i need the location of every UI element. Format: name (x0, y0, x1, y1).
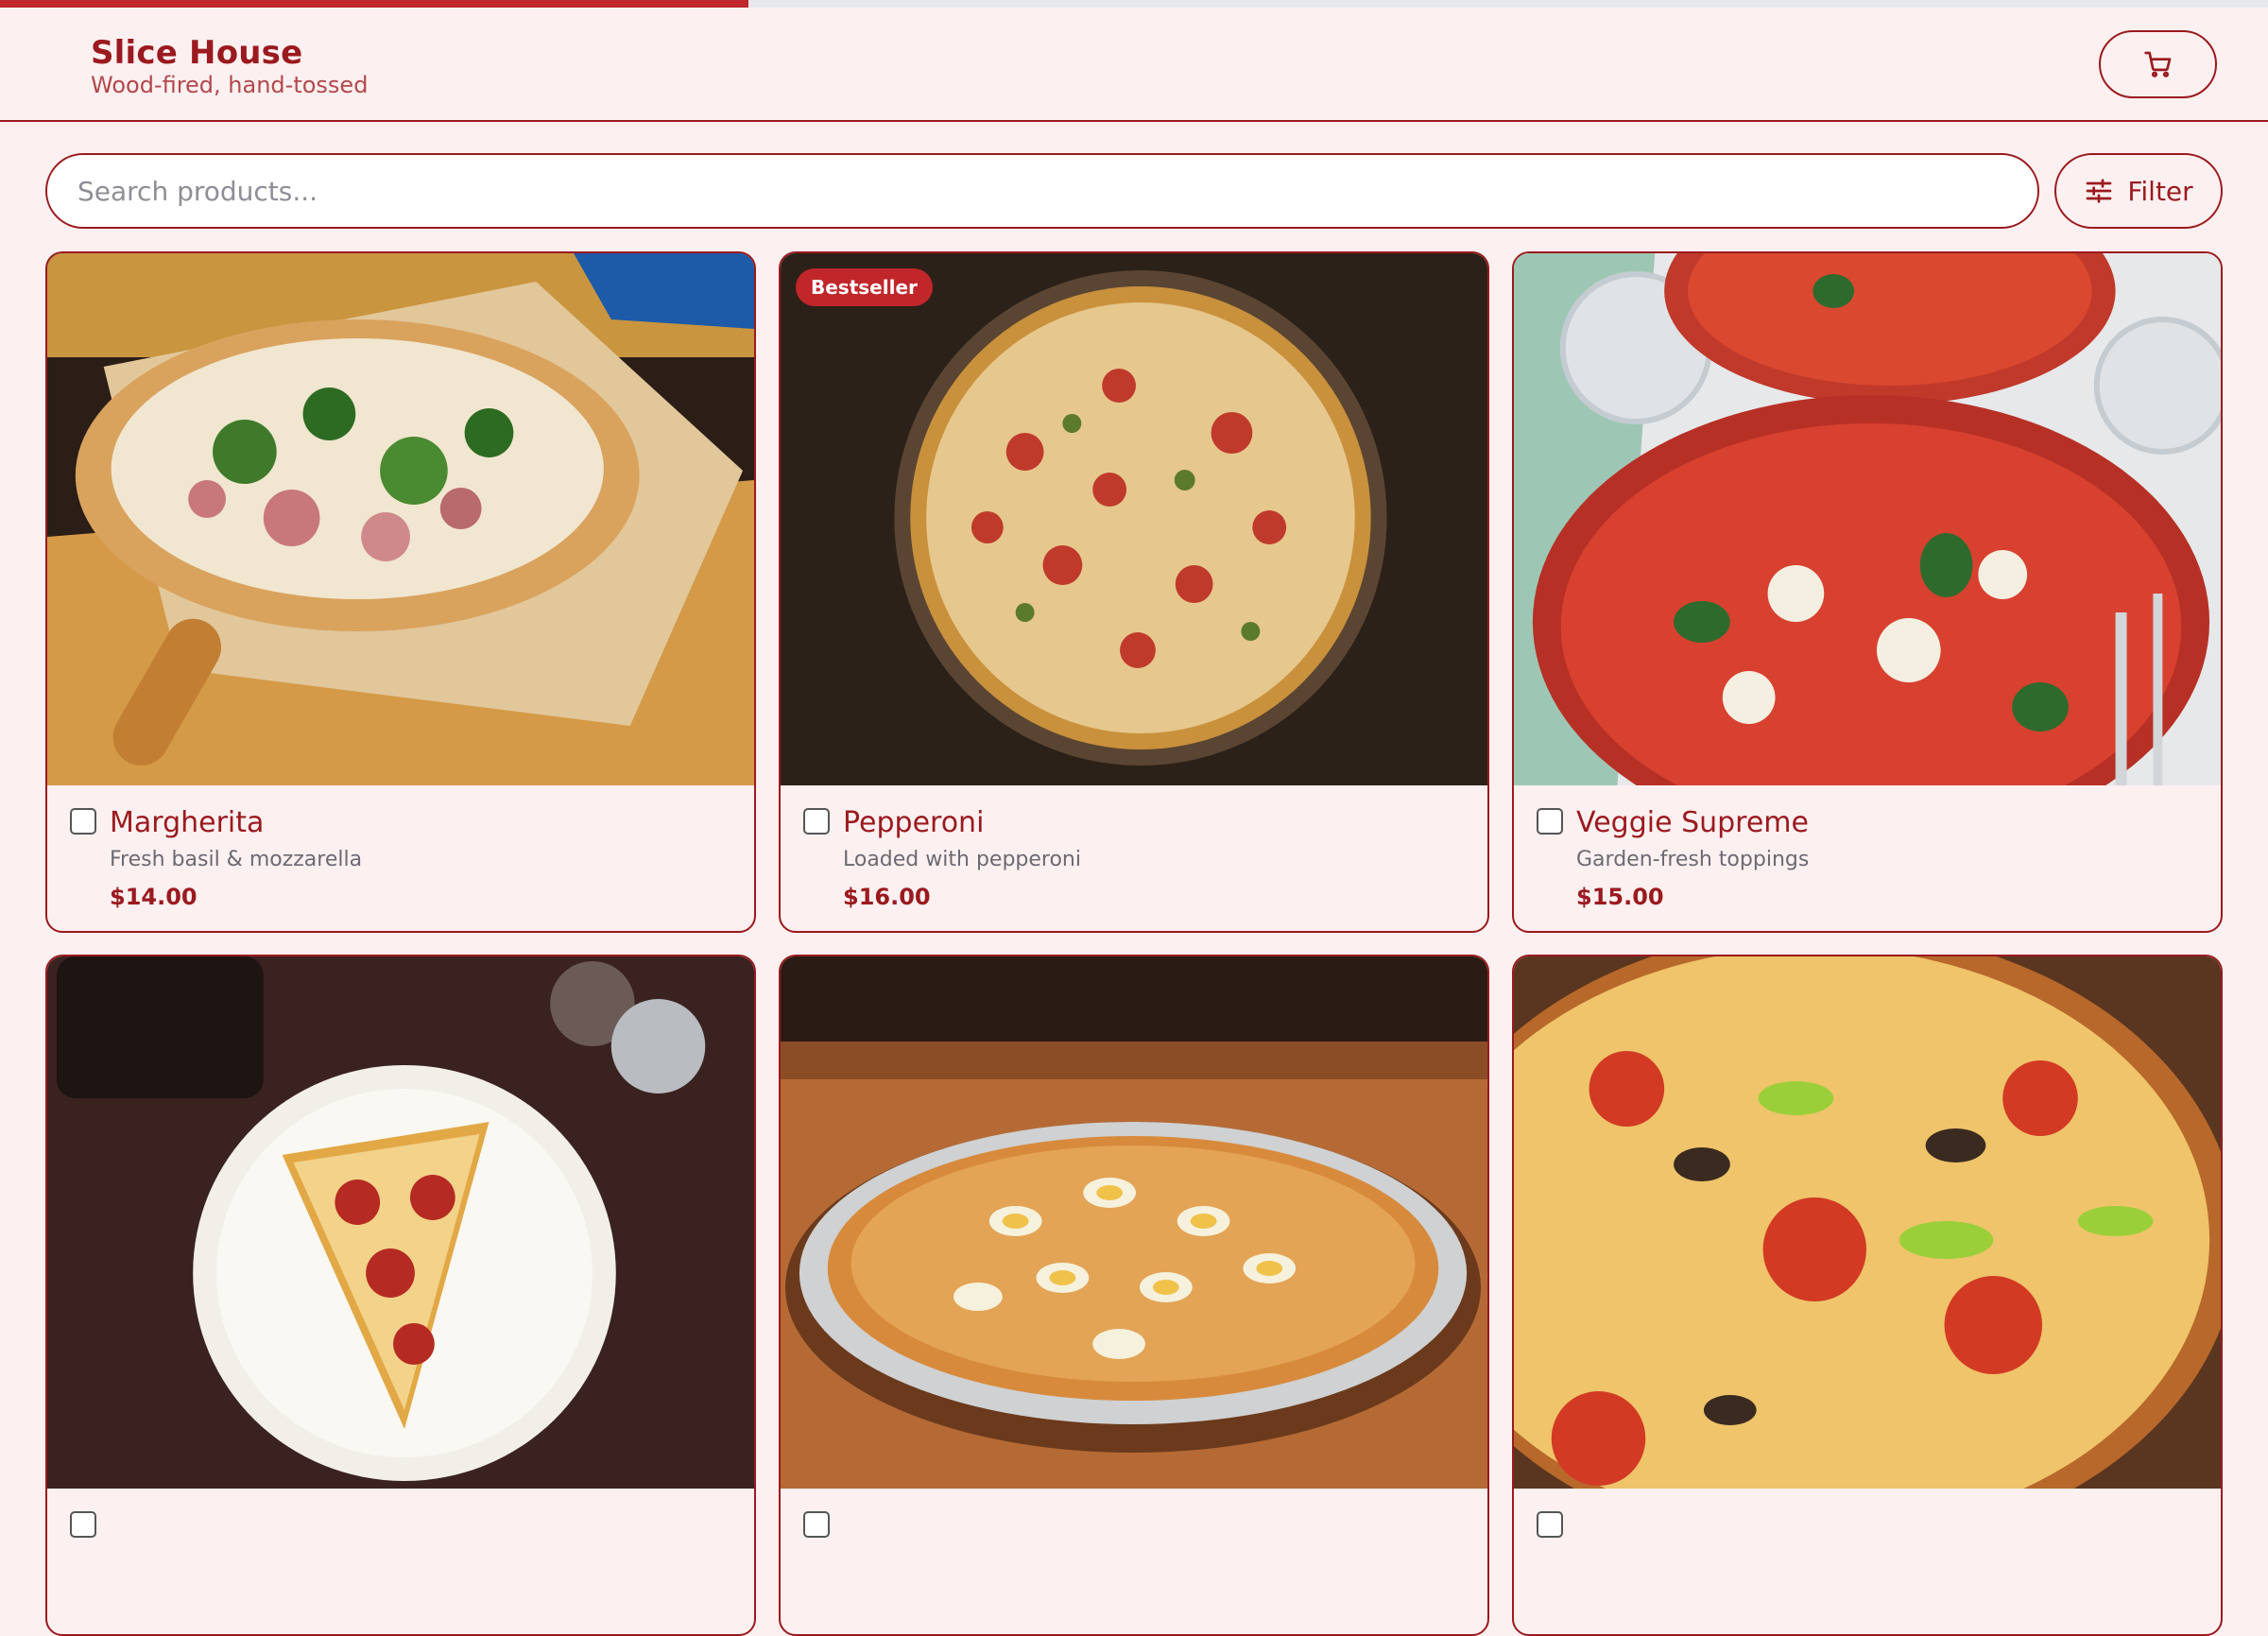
search-input[interactable] (45, 153, 2039, 229)
product-price: $15.00 (1576, 884, 1664, 910)
filter-label: Filter (2127, 175, 2193, 207)
sliders-icon (2086, 179, 2112, 203)
product-description: Garden-fresh toppings (1576, 848, 1810, 871)
select-checkbox[interactable] (1537, 808, 1563, 835)
page-progress-fill (0, 0, 748, 8)
select-checkbox[interactable] (803, 808, 830, 835)
product-card[interactable]: Bestseller Pepperoni Loaded with peppero… (779, 251, 1489, 933)
product-name: Pepperoni (843, 806, 985, 839)
select-checkbox[interactable] (70, 1511, 96, 1538)
bestseller-badge: Bestseller (796, 268, 933, 306)
select-checkbox[interactable] (803, 1511, 830, 1538)
product-card[interactable] (1512, 955, 2223, 1636)
product-price: $16.00 (843, 884, 931, 910)
product-name: Margherita (110, 806, 265, 839)
product-card[interactable] (45, 955, 756, 1636)
product-card[interactable]: Margherita Fresh basil & mozzarella $14.… (45, 251, 756, 933)
product-price: $14.00 (110, 884, 198, 910)
product-description: Loaded with pepperoni (843, 848, 1081, 871)
cart-icon (2143, 51, 2171, 77)
product-image (1514, 956, 2221, 1489)
select-checkbox[interactable] (1537, 1511, 1563, 1538)
app-header: Slice House Wood-fired, hand-tossed (0, 8, 2268, 122)
brand-title: Slice House (91, 34, 303, 72)
product-image: Bestseller (781, 253, 1487, 785)
product-image (781, 956, 1487, 1489)
product-image (47, 253, 754, 785)
cart-button[interactable] (2099, 30, 2217, 98)
filter-button[interactable]: Filter (2054, 153, 2223, 229)
product-description: Fresh basil & mozzarella (110, 848, 363, 871)
product-image (1514, 253, 2221, 785)
product-name: Veggie Supreme (1576, 806, 1809, 839)
brand-tagline: Wood-fired, hand-tossed (91, 72, 369, 98)
select-checkbox[interactable] (70, 808, 96, 835)
product-image (47, 956, 754, 1489)
product-card[interactable]: Veggie Supreme Garden-fresh toppings $15… (1512, 251, 2223, 933)
page-progress-track (0, 0, 2268, 8)
product-card[interactable] (779, 955, 1489, 1636)
